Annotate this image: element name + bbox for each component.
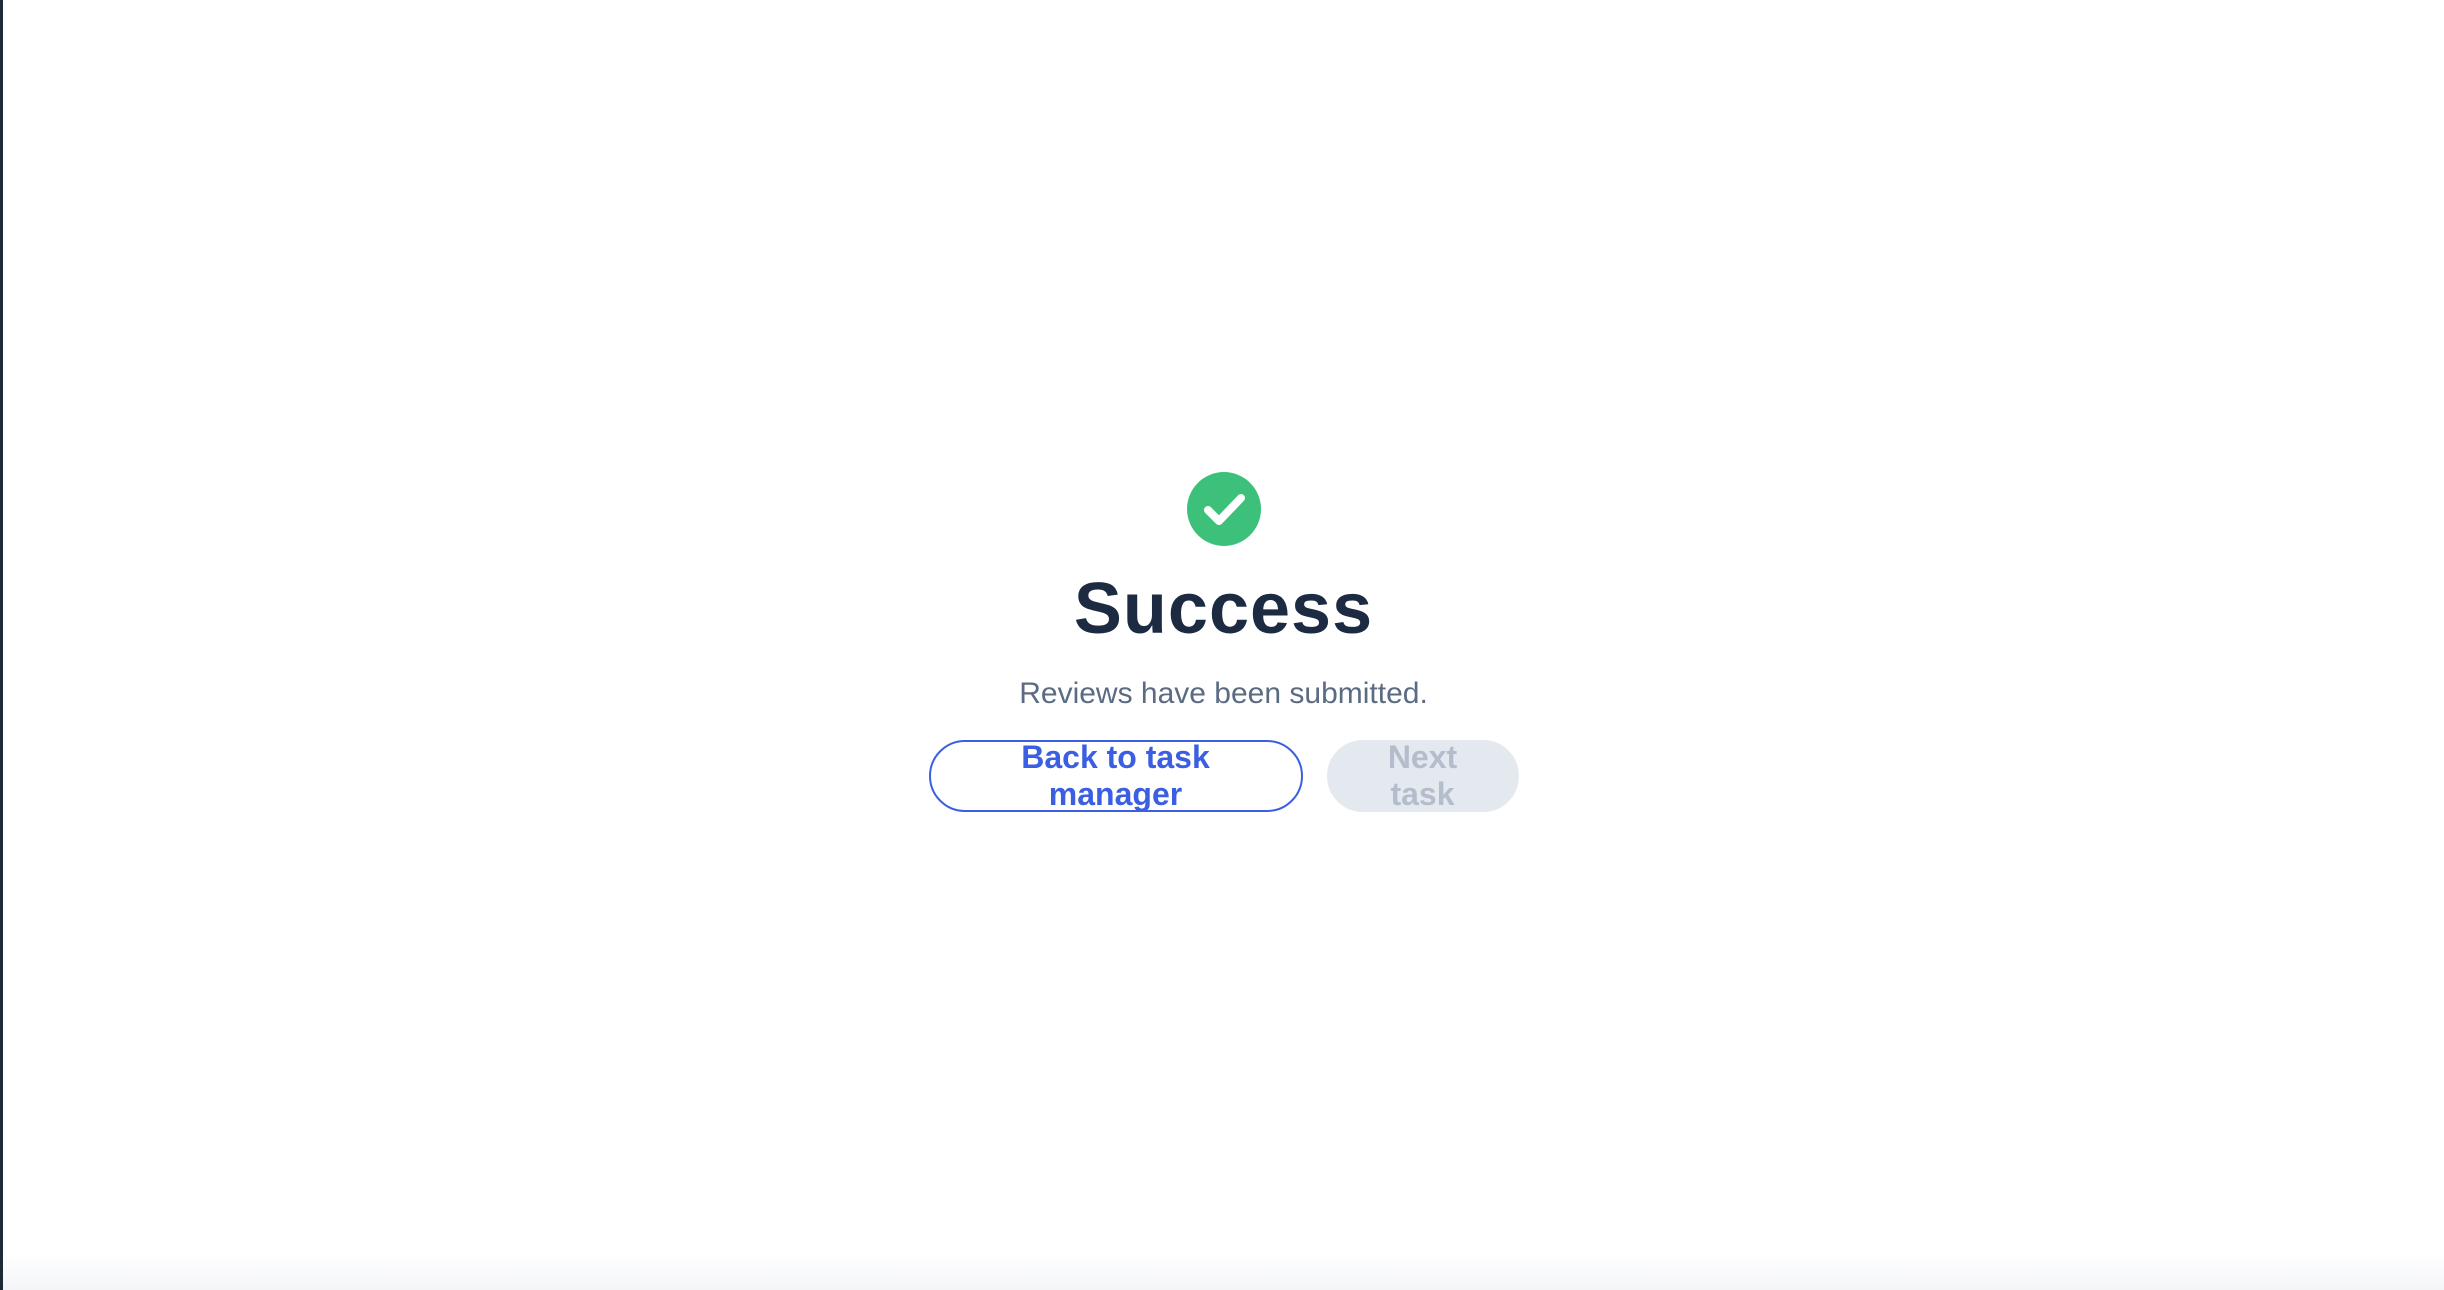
back-to-task-manager-button[interactable]: Back to task manager (928, 739, 1303, 812)
page-title: Success (1073, 569, 1374, 649)
app-viewport: Success Reviews have been submitted. Bac… (0, 0, 2444, 1290)
success-panel: Success Reviews have been submitted. Bac… (3, 472, 2444, 812)
status-message: Reviews have been submitted. (1019, 677, 1428, 710)
next-task-button[interactable]: Next task (1326, 739, 1519, 812)
bottom-edge (3, 1254, 2444, 1290)
action-bar: Back to task manager Next task (928, 739, 1519, 812)
check-circle-icon (1186, 472, 1261, 546)
